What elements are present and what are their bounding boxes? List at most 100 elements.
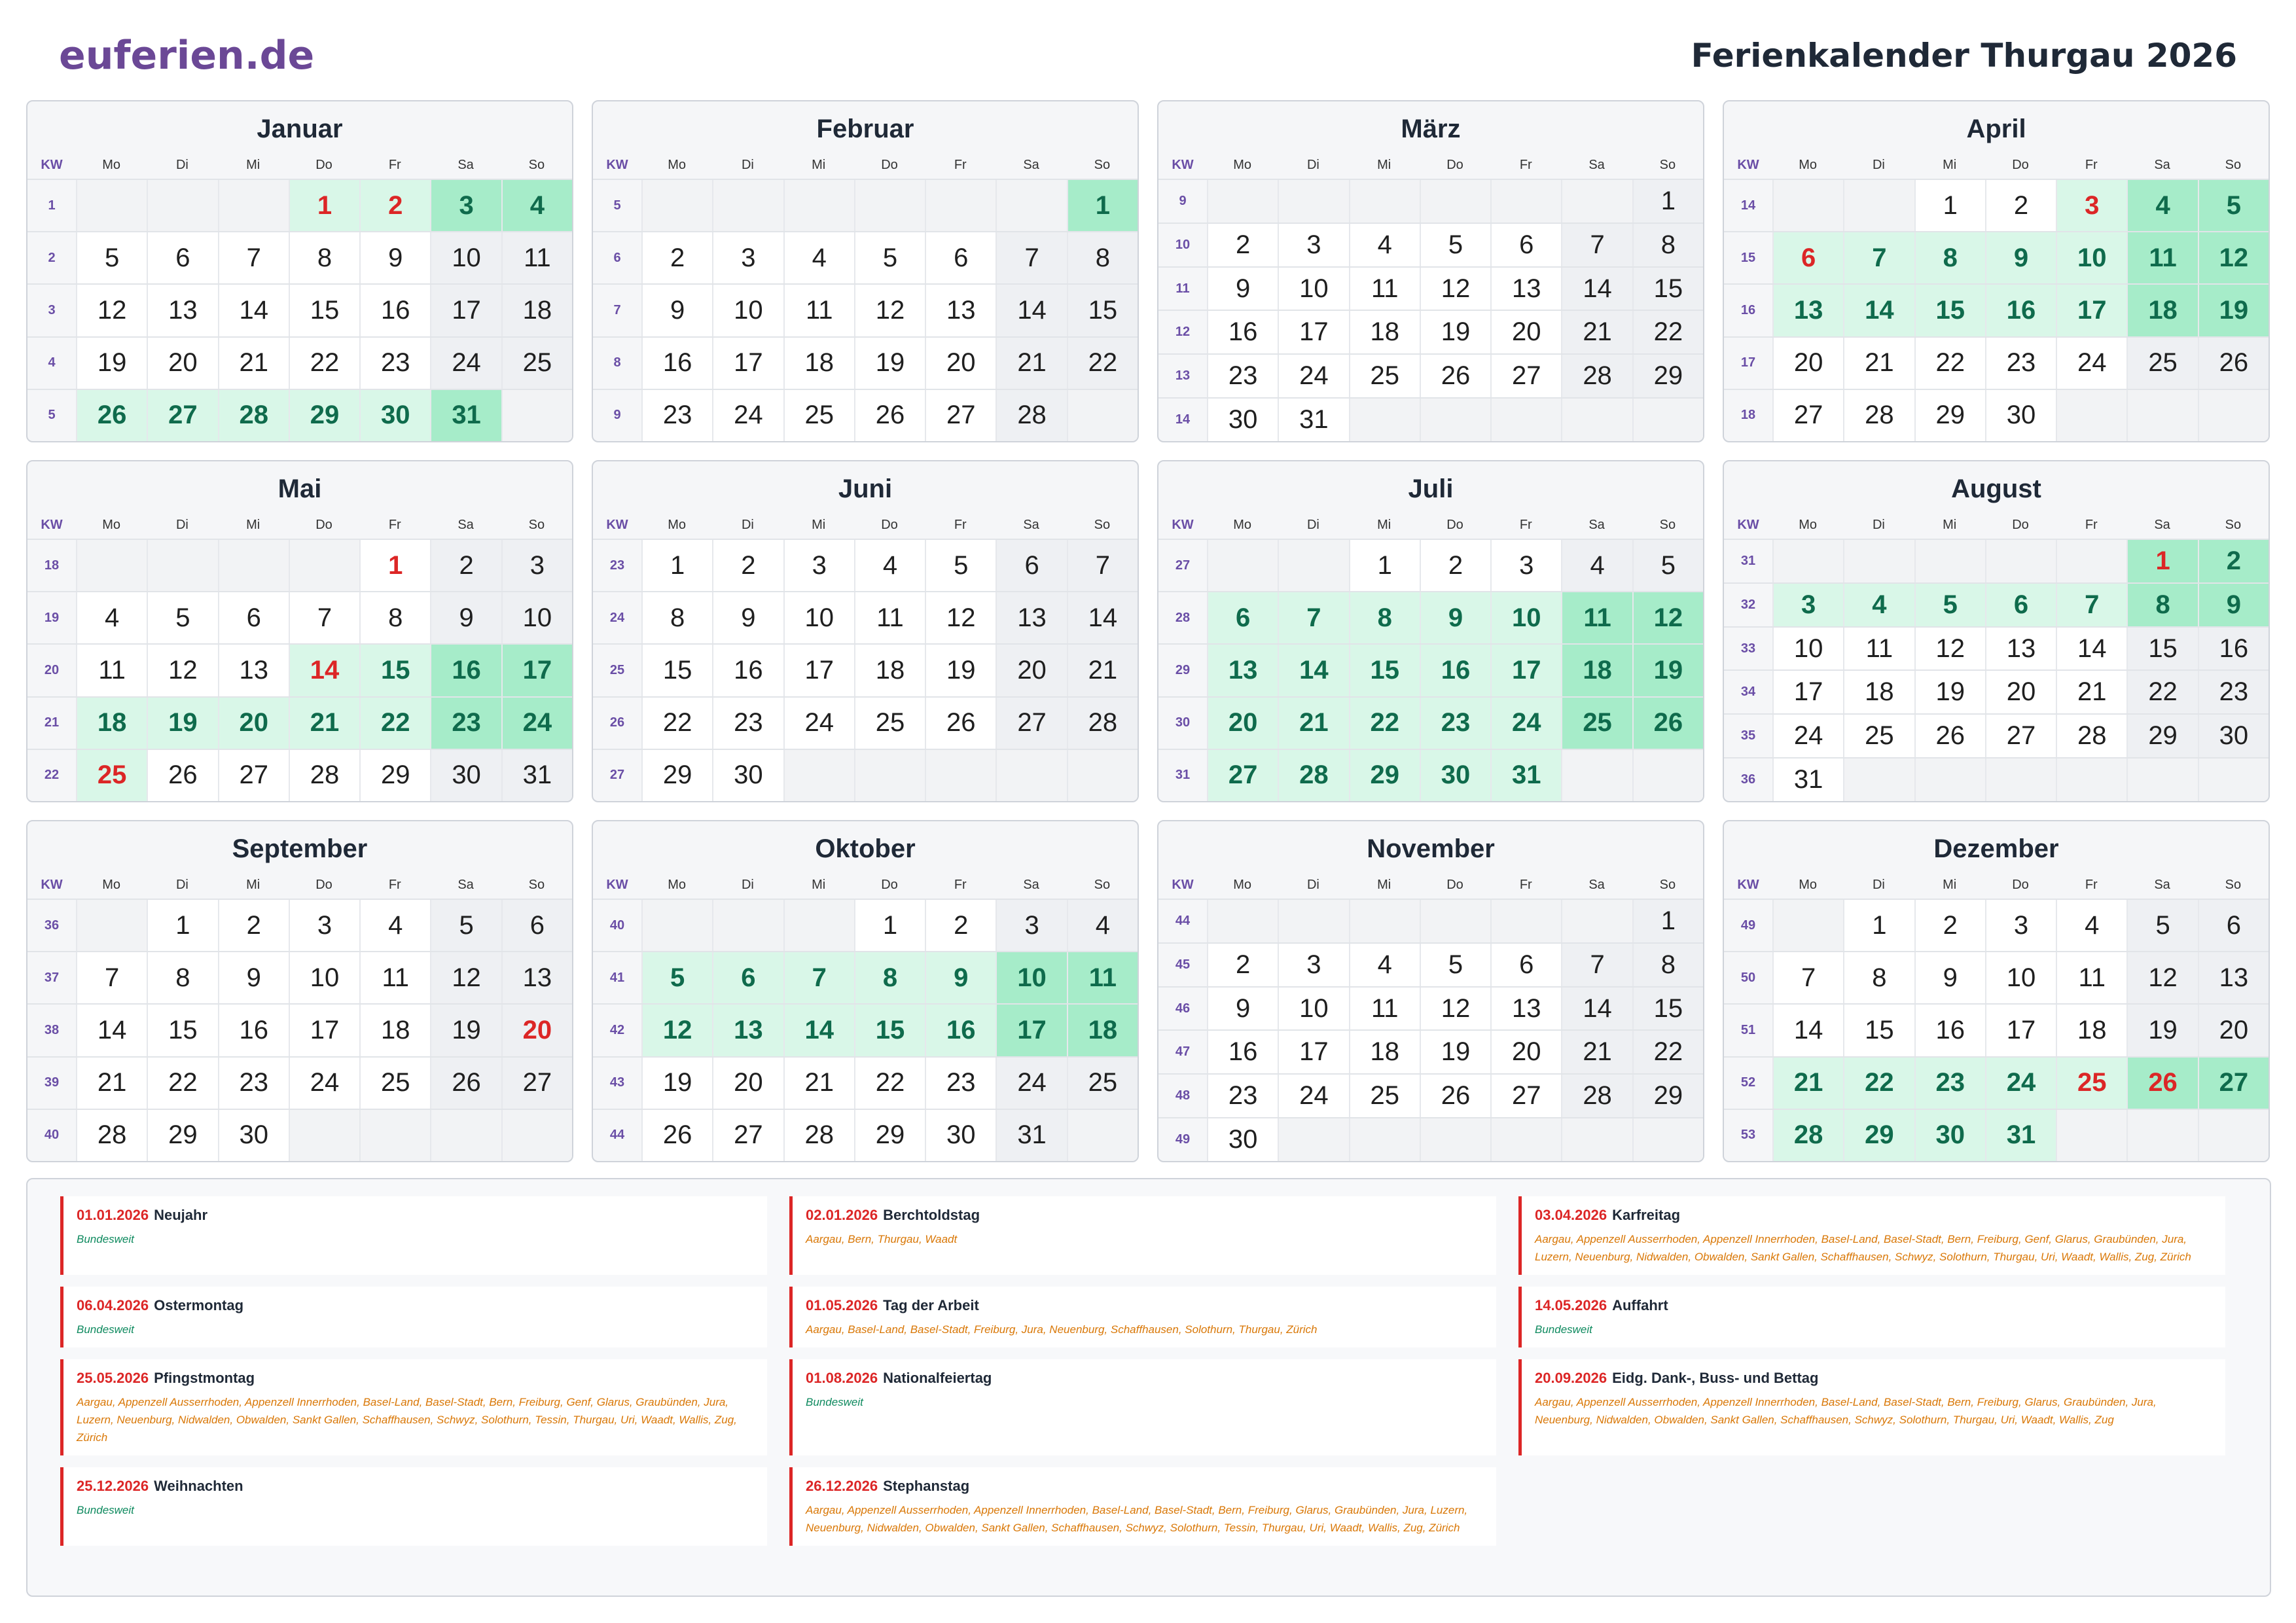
day-cell[interactable]: 31 <box>1490 749 1562 801</box>
day-cell[interactable]: 17 <box>1984 1005 2056 1056</box>
day-cell[interactable]: 15 <box>359 645 431 696</box>
day-cell[interactable]: 21 <box>1066 645 1138 696</box>
day-cell[interactable]: 30 <box>2197 715 2269 758</box>
day-cell[interactable]: 25 <box>76 749 147 801</box>
day-cell[interactable]: 13 <box>1772 285 1844 336</box>
day-cell[interactable]: 30 <box>1207 1118 1278 1161</box>
day-cell[interactable]: 16 <box>1207 311 1278 354</box>
day-cell[interactable]: 4 <box>2056 900 2127 952</box>
day-cell[interactable]: 8 <box>2126 583 2198 626</box>
day-cell[interactable]: 1 <box>359 540 431 592</box>
day-cell[interactable]: 2 <box>1419 540 1491 592</box>
day-cell[interactable]: 23 <box>1984 337 2056 389</box>
day-cell[interactable]: 31 <box>1984 1109 2056 1161</box>
day-cell[interactable]: 2 <box>712 540 783 592</box>
day-cell[interactable]: 12 <box>853 285 925 336</box>
day-cell[interactable]: 1 <box>1632 180 1703 223</box>
day-cell[interactable]: 8 <box>1632 223 1703 266</box>
day-cell[interactable]: 2 <box>925 900 996 952</box>
day-cell[interactable]: 23 <box>1914 1057 1985 1109</box>
day-cell[interactable]: 26 <box>2197 337 2269 389</box>
day-cell[interactable]: 7 <box>76 952 147 1004</box>
day-cell[interactable]: 12 <box>1914 627 1985 670</box>
day-cell[interactable]: 30 <box>925 1109 996 1161</box>
day-cell[interactable]: 20 <box>2197 1005 2269 1056</box>
day-cell[interactable]: 18 <box>1843 671 1914 714</box>
day-cell[interactable]: 14 <box>76 1005 147 1056</box>
day-cell[interactable]: 8 <box>1632 943 1703 986</box>
day-cell[interactable]: 17 <box>430 285 501 336</box>
day-cell[interactable]: 4 <box>1066 900 1138 952</box>
day-cell[interactable]: 27 <box>1772 389 1844 441</box>
day-cell[interactable]: 11 <box>1066 952 1138 1004</box>
day-cell[interactable]: 29 <box>1632 1075 1703 1118</box>
day-cell[interactable]: 22 <box>1914 337 1985 389</box>
day-cell[interactable]: 2 <box>2197 540 2269 582</box>
day-cell[interactable]: 30 <box>1984 389 2056 441</box>
day-cell[interactable]: 25 <box>501 337 572 389</box>
day-cell[interactable]: 6 <box>147 232 218 284</box>
day-cell[interactable]: 13 <box>712 1005 783 1056</box>
day-cell[interactable]: 11 <box>853 592 925 644</box>
day-cell[interactable]: 15 <box>1843 1005 1914 1056</box>
day-cell[interactable]: 28 <box>1843 389 1914 441</box>
day-cell[interactable]: 20 <box>996 645 1067 696</box>
day-cell[interactable]: 19 <box>2197 285 2269 336</box>
day-cell[interactable]: 28 <box>1278 749 1349 801</box>
day-cell[interactable]: 14 <box>1843 285 1914 336</box>
day-cell[interactable]: 15 <box>1632 987 1703 1030</box>
day-cell[interactable]: 31 <box>430 389 501 441</box>
day-cell[interactable]: 11 <box>783 285 854 336</box>
day-cell[interactable]: 9 <box>925 952 996 1004</box>
day-cell[interactable]: 18 <box>853 645 925 696</box>
day-cell[interactable]: 6 <box>1207 592 1278 644</box>
day-cell[interactable]: 23 <box>925 1057 996 1109</box>
day-cell[interactable]: 11 <box>359 952 431 1004</box>
day-cell[interactable]: 17 <box>996 1005 1067 1056</box>
day-cell[interactable]: 11 <box>1561 592 1632 644</box>
day-cell[interactable]: 10 <box>1278 987 1349 1030</box>
site-logo[interactable]: euferien.de <box>59 33 314 79</box>
day-cell[interactable]: 2 <box>359 180 431 232</box>
day-cell[interactable]: 17 <box>1490 645 1562 696</box>
day-cell[interactable]: 10 <box>783 592 854 644</box>
day-cell[interactable]: 27 <box>1984 715 2056 758</box>
day-cell[interactable]: 20 <box>1772 337 1844 389</box>
day-cell[interactable]: 17 <box>501 645 572 696</box>
day-cell[interactable]: 22 <box>1348 697 1420 749</box>
day-cell[interactable]: 26 <box>1419 1075 1491 1118</box>
day-cell[interactable]: 22 <box>1632 311 1703 354</box>
day-cell[interactable]: 17 <box>2056 285 2127 336</box>
day-cell[interactable]: 14 <box>783 1005 854 1056</box>
day-cell[interactable]: 21 <box>76 1057 147 1109</box>
day-cell[interactable]: 4 <box>853 540 925 592</box>
day-cell[interactable]: 10 <box>501 592 572 644</box>
day-cell[interactable]: 4 <box>76 592 147 644</box>
day-cell[interactable]: 22 <box>641 697 713 749</box>
day-cell[interactable]: 3 <box>1278 943 1349 986</box>
day-cell[interactable]: 12 <box>76 285 147 336</box>
day-cell[interactable]: 21 <box>1561 1031 1632 1074</box>
day-cell[interactable]: 24 <box>288 1057 360 1109</box>
day-cell[interactable]: 26 <box>1419 355 1491 398</box>
day-cell[interactable]: 1 <box>1348 540 1420 592</box>
day-cell[interactable]: 12 <box>2126 952 2198 1004</box>
day-cell[interactable]: 13 <box>1490 267 1562 310</box>
day-cell[interactable]: 21 <box>217 337 289 389</box>
day-cell[interactable]: 23 <box>641 389 713 441</box>
day-cell[interactable]: 2 <box>1207 223 1278 266</box>
day-cell[interactable]: 28 <box>2056 715 2127 758</box>
day-cell[interactable]: 8 <box>1914 232 1985 284</box>
day-cell[interactable]: 29 <box>2126 715 2198 758</box>
day-cell[interactable]: 3 <box>1772 583 1844 626</box>
day-cell[interactable]: 6 <box>2197 900 2269 952</box>
day-cell[interactable]: 11 <box>501 232 572 284</box>
day-cell[interactable]: 6 <box>501 900 572 952</box>
day-cell[interactable]: 4 <box>501 180 572 232</box>
day-cell[interactable]: 8 <box>853 952 925 1004</box>
day-cell[interactable]: 29 <box>288 389 360 441</box>
day-cell[interactable]: 18 <box>1561 645 1632 696</box>
day-cell[interactable]: 11 <box>1348 987 1420 1030</box>
day-cell[interactable]: 31 <box>996 1109 1067 1161</box>
day-cell[interactable]: 22 <box>147 1057 218 1109</box>
